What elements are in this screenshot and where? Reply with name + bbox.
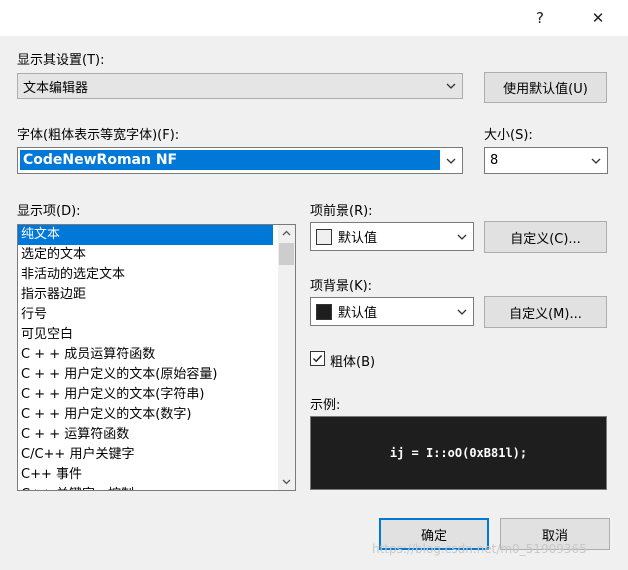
chevron-down-icon — [457, 309, 467, 315]
list-item[interactable]: 选定的文本 — [18, 245, 295, 265]
display-items-label: 显示项(D): — [17, 204, 81, 219]
custom-foreground-label: 自定义(C)... — [510, 231, 581, 247]
list-item[interactable]: 纯文本 — [18, 225, 273, 245]
background-dropdown[interactable]: 默认值 — [310, 297, 474, 326]
background-value: 默认值 — [338, 306, 378, 321]
list-scrollbar[interactable] — [278, 225, 295, 490]
chevron-down-icon — [591, 158, 601, 164]
scroll-thumb[interactable] — [279, 243, 294, 265]
size-value: 8 — [490, 153, 499, 168]
bold-checkbox[interactable] — [310, 351, 325, 366]
use-defaults-button[interactable]: 使用默认值(U) — [484, 72, 607, 103]
display-items-list[interactable]: 纯文本 选定的文本 非活动的选定文本 指示器边距 行号 可见空白 C + + 成员运算符函数… — [17, 224, 296, 491]
chevron-down-icon — [457, 234, 467, 240]
custom-background-label: 自定义(M)... — [509, 306, 582, 322]
watermark: https://blog.csdn.net/m0_51909365 — [372, 542, 587, 556]
display-settings-label: 显示其设置(T): — [17, 53, 105, 68]
chevron-down-icon — [446, 83, 456, 89]
help-button[interactable]: ? — [518, 4, 562, 32]
list-item[interactable]: C + + 成员运算符函数 — [18, 345, 295, 365]
background-swatch — [316, 303, 332, 320]
background-label: 项背景(K): — [310, 279, 373, 294]
bold-label[interactable]: 粗体(B) — [330, 351, 375, 370]
list-item[interactable]: C + + 用户定义的文本(字符串) — [18, 385, 295, 405]
font-value: CodeNewRoman NF — [20, 150, 440, 170]
size-label: 大小(S): — [484, 128, 533, 143]
list-item[interactable]: 行号 — [18, 305, 295, 325]
size-dropdown[interactable]: 8 — [484, 147, 608, 174]
scroll-down-icon[interactable] — [278, 473, 295, 490]
close-button[interactable]: ✕ — [576, 4, 620, 32]
sample-preview: ij = I::oO(0xB81l); — [310, 416, 607, 490]
cancel-label: 取消 — [541, 528, 568, 544]
use-defaults-label: 使用默认值(U) — [503, 82, 588, 97]
help-icon: ? — [536, 9, 544, 27]
font-label: 字体(粗体表示等宽字体)(F): — [17, 128, 180, 143]
display-settings-dropdown[interactable]: 文本编辑器 — [17, 73, 463, 99]
list-item[interactable]: C++ 关键字 - 控制 — [18, 485, 295, 490]
sample-label: 示例: — [310, 398, 341, 413]
list-item[interactable]: 可见空白 — [18, 325, 295, 345]
title-bar: ? ✕ — [0, 0, 628, 36]
custom-background-button[interactable]: 自定义(M)... — [484, 296, 607, 328]
scroll-up-icon[interactable] — [278, 225, 295, 242]
list-item[interactable]: C + + 用户定义的文本(原始容量) — [18, 365, 295, 385]
foreground-dropdown[interactable]: 默认值 — [310, 222, 474, 251]
foreground-label: 项前景(R): — [310, 204, 373, 219]
custom-foreground-button[interactable]: 自定义(C)... — [484, 221, 607, 253]
foreground-swatch — [316, 228, 332, 245]
ok-label: 确定 — [420, 528, 447, 544]
display-settings-value: 文本编辑器 — [23, 80, 89, 96]
font-dropdown[interactable]: CodeNewRoman NF — [17, 147, 463, 174]
list-item[interactable]: 指示器边距 — [18, 285, 295, 305]
list-item[interactable]: C/C++ 用户关键字 — [18, 445, 295, 465]
foreground-value: 默认值 — [338, 231, 378, 246]
list-item[interactable]: C + + 用户定义的文本(数字) — [18, 405, 295, 425]
list-item[interactable]: C + + 运算符函数 — [18, 425, 295, 445]
checkmark-icon — [313, 355, 323, 363]
chevron-down-icon — [446, 158, 456, 164]
close-icon: ✕ — [591, 9, 605, 27]
sample-text: ij = I::oO(0xB81l); — [389, 446, 528, 460]
list-item[interactable]: C++ 事件 — [18, 465, 295, 485]
list-item[interactable]: 非活动的选定文本 — [18, 265, 295, 285]
